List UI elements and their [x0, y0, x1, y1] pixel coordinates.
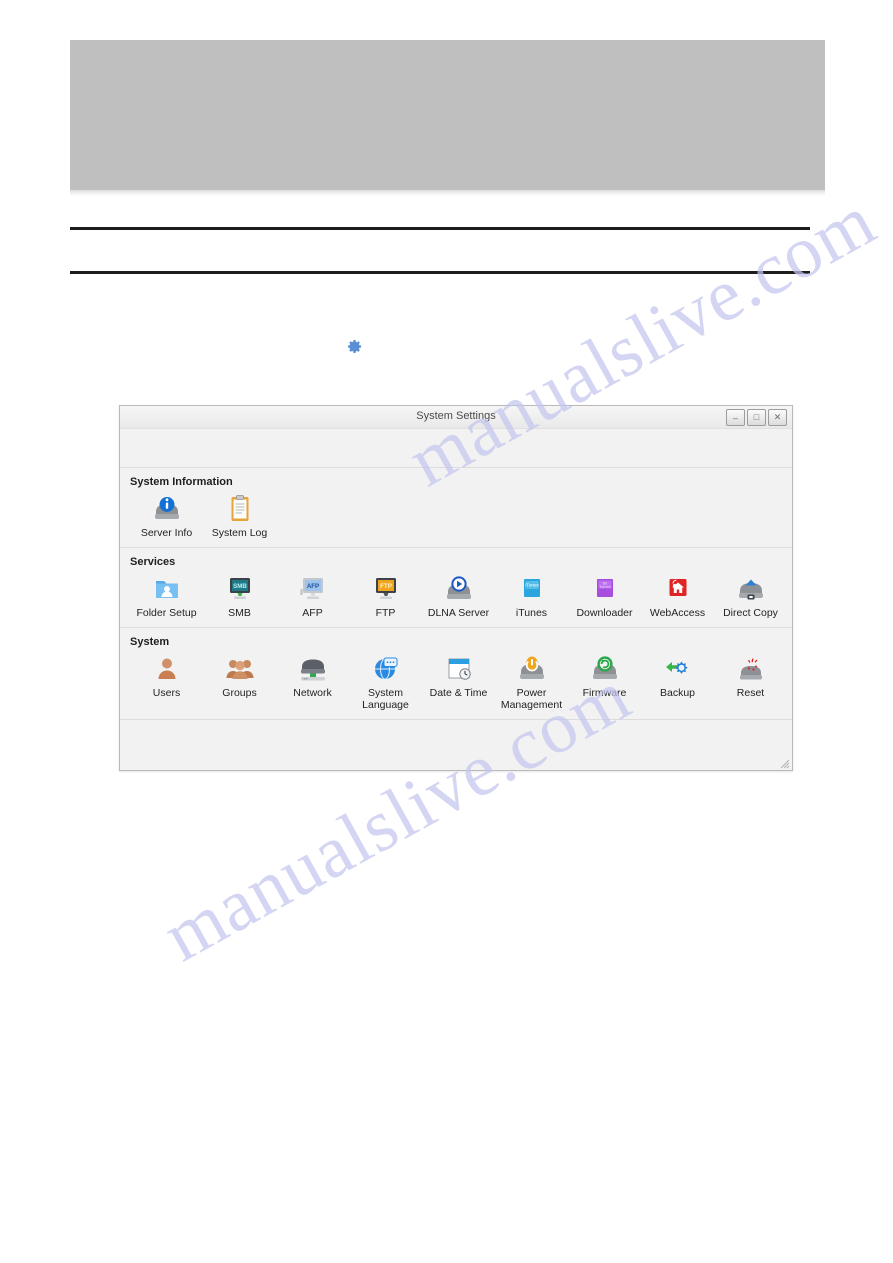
item-label: Server Info [140, 527, 193, 539]
icon-row: Users Groups Network System Language Dat… [120, 650, 792, 711]
direct-copy-icon [734, 574, 768, 604]
icon-row: Server Info System Log [120, 490, 792, 539]
item-date-time[interactable]: Date & Time [422, 650, 495, 699]
item-webaccess[interactable]: WebAccess [641, 570, 714, 619]
svg-text:SMB: SMB [233, 583, 247, 590]
item-afp[interactable]: AFP AFP [276, 570, 349, 619]
dlna-server-icon [442, 574, 476, 604]
item-label: System Language [362, 687, 409, 711]
item-label: Users [152, 687, 181, 699]
network-icon [296, 654, 330, 684]
item-folder-setup[interactable]: Folder Setup [130, 570, 203, 619]
system-language-icon [369, 654, 403, 684]
item-ftp[interactable]: FTP FTP [349, 570, 422, 619]
section-title: Services [130, 556, 176, 568]
window-controls: – □ ✕ [726, 409, 787, 426]
item-label: Power Management [500, 687, 563, 711]
window-titlebar[interactable]: System Settings – □ ✕ [120, 406, 792, 429]
item-label: System Log [211, 527, 268, 539]
section-system: System Users Groups Network System Langu… [120, 628, 792, 720]
maximize-glyph: □ [753, 412, 760, 422]
svg-text:AFP: AFP [306, 583, 318, 590]
item-label: Folder Setup [136, 607, 197, 619]
item-label: iTunes [515, 607, 548, 619]
groups-icon [223, 654, 257, 684]
power-management-icon [515, 654, 549, 684]
item-power-management[interactable]: Power Management [495, 650, 568, 711]
close-button[interactable]: ✕ [768, 409, 787, 426]
item-dlna-server[interactable]: DLNA Server [422, 570, 495, 619]
icon-row: Folder Setup SMB SMB AFP AFP FTP FTP DLN… [120, 570, 792, 619]
reset-icon [734, 654, 768, 684]
item-label: Firmware [582, 687, 627, 699]
item-reset[interactable]: Reset [714, 650, 787, 699]
downloader-icon: Bit Torrent [588, 574, 622, 604]
folder-setup-icon [150, 574, 184, 604]
ftp-icon: FTP [369, 574, 403, 604]
minimize-glyph: – [732, 413, 738, 423]
item-direct-copy[interactable]: Direct Copy [714, 570, 787, 619]
item-label: Groups [222, 687, 257, 699]
svg-text:iTunes: iTunes [525, 583, 539, 588]
item-system-language[interactable]: System Language [349, 650, 422, 711]
backup-icon [661, 654, 695, 684]
svg-text:FTP: FTP [380, 583, 392, 590]
resize-grip[interactable] [778, 756, 790, 769]
svg-text:Torrent: Torrent [599, 585, 610, 589]
item-label: Network [293, 687, 332, 699]
section-title: System [130, 636, 170, 648]
system-log-icon [223, 494, 257, 524]
window-toolbar-strip [120, 429, 792, 468]
divider-rule-bottom [70, 271, 810, 274]
item-label: Reset [736, 687, 765, 699]
minimize-button[interactable]: – [726, 409, 745, 426]
gear-icon [345, 337, 364, 356]
item-label: FTP [375, 607, 396, 619]
item-smb[interactable]: SMB SMB [203, 570, 276, 619]
close-glyph: ✕ [773, 412, 782, 422]
item-groups[interactable]: Groups [203, 650, 276, 699]
item-label: DLNA Server [427, 607, 490, 619]
item-backup[interactable]: Backup [641, 650, 714, 699]
item-label: WebAccess [649, 607, 706, 619]
item-label: Downloader [576, 607, 633, 619]
header-banner [70, 40, 825, 196]
item-network[interactable]: Network [276, 650, 349, 699]
section-services: Services Folder Setup SMB SMB AFP AFP FT… [120, 548, 792, 628]
section-system-information: System Information Server Info System Lo… [120, 468, 792, 548]
item-firmware[interactable]: Firmware [568, 650, 641, 699]
item-label: Direct Copy [723, 607, 778, 619]
itunes-icon: iTunes [515, 574, 549, 604]
item-label: Backup [659, 687, 696, 699]
divider-rule-top [70, 227, 810, 230]
firmware-icon [588, 654, 622, 684]
item-downloader[interactable]: Bit Torrent Downloader [568, 570, 641, 619]
date-time-icon [442, 654, 476, 684]
afp-icon: AFP [296, 574, 330, 604]
item-label: SMB [228, 607, 251, 619]
window-title: System Settings [416, 410, 496, 422]
server-info-icon [150, 494, 184, 524]
item-label: AFP [302, 607, 323, 619]
webaccess-icon [661, 574, 695, 604]
item-users[interactable]: Users [130, 650, 203, 699]
maximize-button[interactable]: □ [747, 409, 766, 426]
item-system-log[interactable]: System Log [203, 490, 276, 539]
item-server-info[interactable]: Server Info [130, 490, 203, 539]
users-icon [150, 654, 184, 684]
section-title: System Information [130, 476, 233, 488]
item-itunes[interactable]: iTunes iTunes [495, 570, 568, 619]
system-settings-window: System Settings – □ ✕ System Information [119, 405, 793, 771]
item-label: Date & Time [429, 687, 488, 699]
smb-icon: SMB [223, 574, 257, 604]
